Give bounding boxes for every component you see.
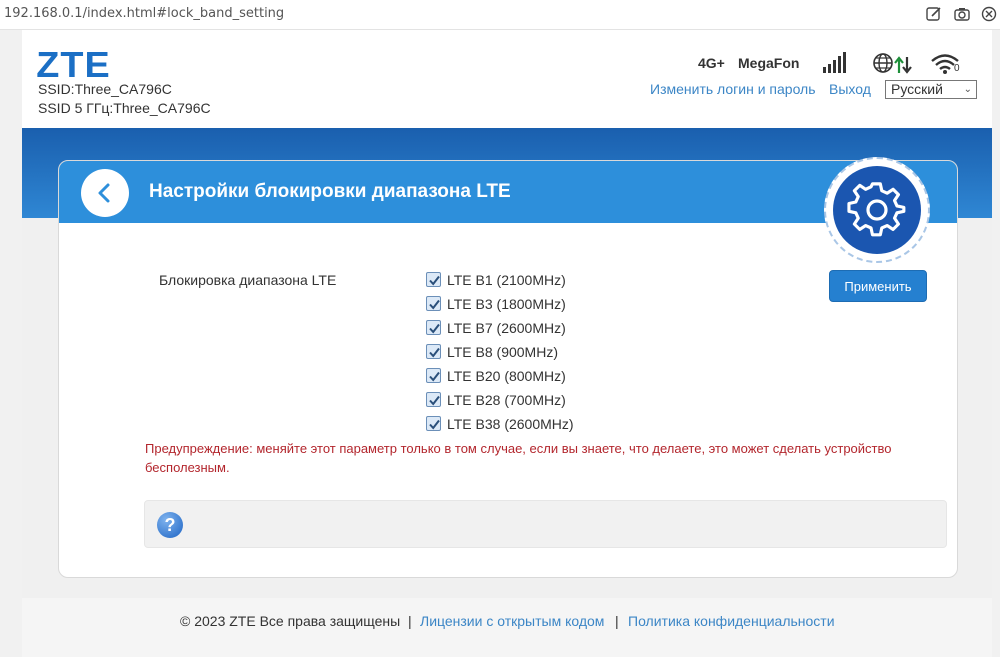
band-lock-label: Блокировка диапазона LTE [159, 272, 337, 288]
apply-button[interactable]: Применить [829, 270, 927, 302]
chevron-down-icon: ⌄ [963, 84, 972, 95]
router-header: ZTE SSID:Three_CA796C SSID 5 ГГц:Three_C… [22, 36, 992, 128]
page-title: Настройки блокировки диапазона LTE [149, 181, 511, 202]
zte-logo: ZTE [36, 44, 111, 85]
band-checkbox[interactable] [426, 272, 441, 287]
signal-strength-icon [822, 52, 848, 79]
band-checkbox[interactable] [426, 320, 441, 335]
band-checkbox[interactable] [426, 344, 441, 359]
edit-page-icon[interactable] [925, 5, 943, 23]
back-button[interactable] [81, 169, 129, 217]
chevron-left-icon [98, 183, 110, 203]
operator-name: MegaFon [738, 55, 800, 71]
privacy-policy-link[interactable]: Политика конфиденциальности [628, 613, 835, 629]
network-type: 4G+ [698, 55, 725, 71]
gear-icon [847, 182, 906, 237]
band-label: LTE B38 (2600MHz) [447, 416, 574, 432]
logout-link[interactable]: Выход [829, 81, 871, 97]
band-label: LTE B7 (2600MHz) [447, 320, 566, 336]
left-margin [0, 30, 22, 657]
url-text[interactable]: 192.168.0.1/index.html#lock_band_setting [4, 6, 284, 21]
help-icon[interactable]: ? [157, 512, 183, 538]
camera-icon[interactable] [953, 5, 971, 23]
change-login-link[interactable]: Изменить логин и пароль [650, 81, 816, 97]
footer-separator: | [615, 613, 619, 629]
close-circle-icon[interactable] [980, 5, 998, 23]
band-label: LTE B1 (2100MHz) [447, 272, 566, 288]
settings-badge [824, 157, 930, 263]
band-checkbox[interactable] [426, 392, 441, 407]
band-checkbox[interactable] [426, 368, 441, 383]
opensource-license-link[interactable]: Лицензии с открытым кодом [420, 613, 604, 629]
band-label: LTE B8 (900MHz) [447, 344, 558, 360]
ssid-label: SSID:Three_CA796C [38, 81, 172, 97]
browser-address-bar: 192.168.0.1/index.html#lock_band_setting [0, 0, 1000, 30]
band-checkbox[interactable] [426, 416, 441, 431]
internet-globe-icon [872, 52, 894, 79]
band-label: LTE B28 (700MHz) [447, 392, 566, 408]
band-label: LTE B20 (800MHz) [447, 368, 566, 384]
footer: © 2023 ZTE Все права защищены | Лицензии… [22, 598, 992, 657]
data-transfer-arrows-icon [894, 55, 912, 80]
footer-separator: | [408, 613, 412, 629]
help-panel: ? [144, 500, 947, 548]
band-label: LTE B3 (1800MHz) [447, 296, 566, 312]
warning-text: Предупреждение: меняйте этот параметр то… [145, 441, 892, 475]
settings-badge-circle [833, 166, 921, 254]
band-checkbox[interactable] [426, 296, 441, 311]
wifi-client-count: 0 [954, 63, 960, 74]
copyright-text: © 2023 ZTE Все права защищены [180, 613, 401, 629]
language-select[interactable]: Русский ⌄ [885, 80, 977, 99]
ssid5-label: SSID 5 ГГц:Three_CA796C [38, 100, 211, 116]
right-margin [992, 30, 1000, 657]
language-selected-value: Русский [891, 81, 943, 97]
